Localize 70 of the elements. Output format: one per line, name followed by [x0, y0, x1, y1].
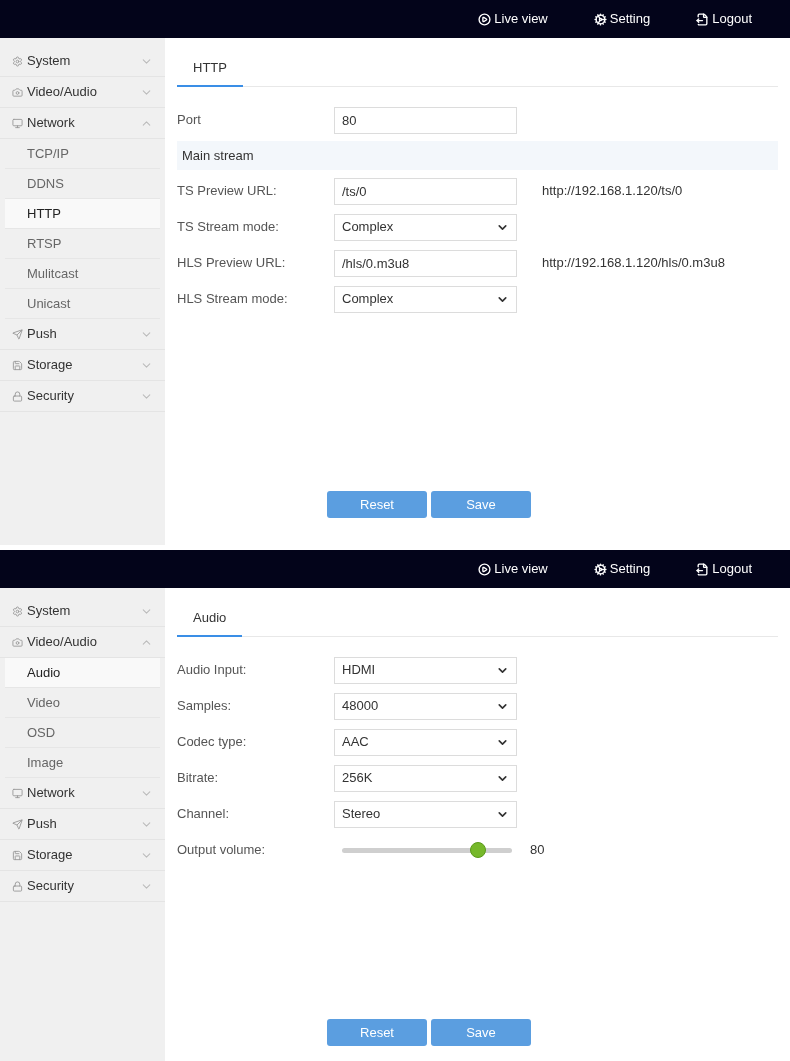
nav-link[interactable]: Live view [478, 9, 548, 29]
play-circle-icon [478, 562, 492, 576]
select-field[interactable]: Stereo [334, 800, 517, 828]
url-text: http://192.168.1.120/ts/0 [542, 182, 683, 201]
slider-thumb[interactable] [470, 841, 486, 858]
select-field[interactable]: Complex [334, 213, 517, 241]
sidebar-group[interactable]: Push [0, 809, 165, 840]
sidebar-group[interactable]: System [0, 596, 165, 627]
nav-link[interactable]: Live view [478, 559, 548, 579]
text-field[interactable]: /hls/0.m3u8 [334, 249, 517, 277]
sidebar-item[interactable]: OSD [5, 718, 160, 748]
nav-link[interactable]: Setting [593, 9, 651, 29]
volume-reading: 80 [530, 841, 545, 860]
sidebar-item[interactable]: Image [5, 748, 160, 778]
tab[interactable]: HTTP [177, 51, 243, 87]
text-field[interactable]: /ts/0 [334, 177, 517, 205]
sidebar-group[interactable]: Storage [0, 840, 165, 871]
sidebar-item[interactable]: Video [5, 688, 160, 718]
sidebar-group[interactable]: System [0, 46, 165, 77]
tab[interactable]: Audio [177, 601, 243, 637]
sidebar-group[interactable]: Security [0, 381, 165, 412]
sidebar-group[interactable]: Network [0, 108, 165, 139]
field-label: Bitrate: [177, 769, 220, 788]
cog-icon [593, 12, 607, 26]
field-label: Channel: [177, 805, 231, 824]
field-label: Port [177, 111, 202, 130]
settings-icon [12, 55, 23, 67]
field-label: TS Preview URL: [177, 182, 278, 201]
logout-icon [696, 12, 710, 26]
field-label: HLS Preview URL: [177, 254, 287, 273]
field-label: TS Stream mode: [177, 218, 280, 237]
sidebar-group[interactable]: Push [0, 319, 165, 350]
settings-icon [12, 605, 23, 617]
nav-link[interactable]: Setting [593, 559, 651, 579]
camera-icon [12, 86, 23, 98]
sidebar-group[interactable]: Security [0, 871, 165, 902]
lock-icon [12, 880, 23, 892]
play-circle-icon [478, 12, 492, 26]
cog-icon [593, 562, 607, 576]
select-field[interactable]: 48000 [334, 692, 517, 720]
select-field[interactable]: 256K [334, 764, 517, 792]
send-icon [12, 818, 23, 830]
select-field[interactable]: HDMI [334, 656, 517, 684]
field-label: Output volume: [177, 841, 267, 860]
sidebar-group[interactable]: Network [0, 778, 165, 809]
text-field[interactable]: 80 [334, 106, 517, 134]
sidebar-item[interactable]: HTTP [5, 199, 160, 229]
sidebar-item[interactable]: TCP/IP [5, 139, 160, 169]
monitor-icon [12, 117, 23, 129]
lock-icon [12, 390, 23, 402]
select-field[interactable]: Complex [334, 285, 517, 313]
camera-icon [12, 636, 23, 648]
nav-link[interactable]: Logout [696, 559, 752, 579]
sidebar-item[interactable]: Mulitcast [5, 259, 160, 289]
field-label: HLS Stream mode: [177, 290, 289, 309]
field-label: Codec type: [177, 733, 248, 752]
sidebar-group[interactable]: Video/Audio [0, 77, 165, 108]
field-label: Samples: [177, 697, 233, 716]
field-label: Audio Input: [177, 661, 248, 680]
logout-icon [696, 562, 710, 576]
sidebar-item[interactable]: Unicast [5, 289, 160, 319]
nav-link[interactable]: Logout [696, 9, 752, 29]
monitor-icon [12, 787, 23, 799]
sidebar-item[interactable]: RTSP [5, 229, 160, 259]
select-field[interactable]: AAC [334, 728, 517, 756]
section-heading: Main stream [177, 141, 778, 170]
sidebar-item[interactable]: Audio [5, 658, 160, 688]
url-text: http://192.168.1.120/hls/0.m3u8 [542, 254, 725, 273]
send-icon [12, 328, 23, 340]
sidebar-group[interactable]: Storage [0, 350, 165, 381]
